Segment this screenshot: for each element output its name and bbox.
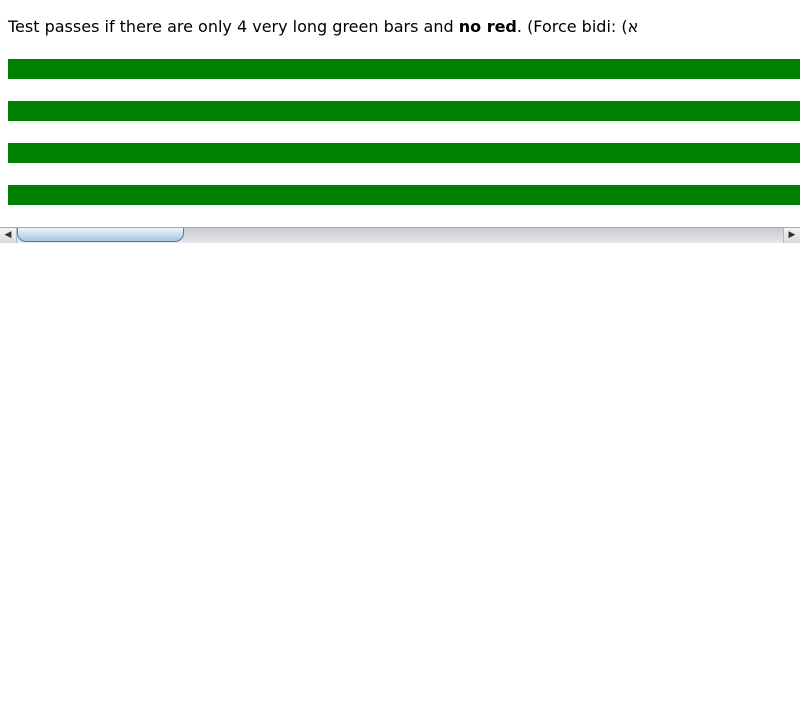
- scroll-left-button[interactable]: ◀: [0, 228, 17, 243]
- description-suffix: . (Force bidi: (א: [516, 17, 639, 36]
- triangle-left-icon: ◀: [4, 230, 12, 240]
- green-bar: [8, 101, 800, 121]
- horizontal-scrollbar[interactable]: ◀ ▶: [0, 227, 800, 243]
- scrollbar-thumb[interactable]: [17, 228, 184, 242]
- green-bar: [8, 143, 800, 163]
- page: Test passes if there are only 4 very lon…: [0, 0, 800, 725]
- green-bar: [8, 185, 800, 205]
- scroll-right-button[interactable]: ▶: [783, 228, 800, 243]
- description-bold: no red: [458, 17, 517, 36]
- green-bar: [8, 59, 800, 79]
- scroll-content: Test passes if there are only 4 very lon…: [0, 0, 800, 227]
- description-prefix: Test passes if there are only 4 very lon…: [8, 17, 459, 36]
- test-description: Test passes if there are only 4 very lon…: [8, 17, 638, 37]
- triangle-right-icon: ▶: [788, 230, 796, 240]
